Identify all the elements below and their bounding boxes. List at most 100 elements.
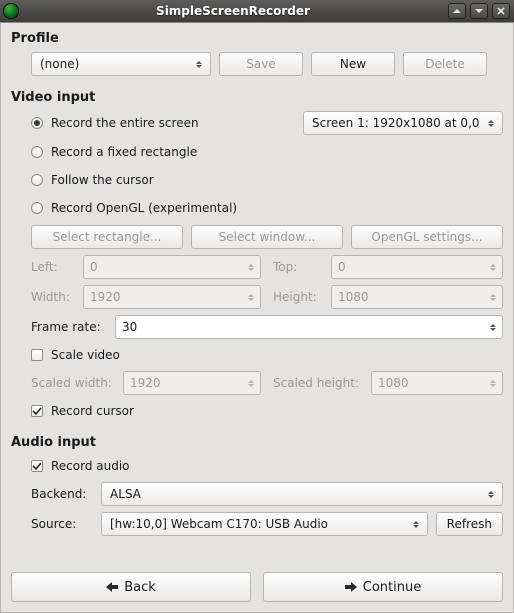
record-cursor-check[interactable]: Record cursor (31, 401, 134, 421)
refresh-button[interactable]: Refresh (436, 512, 503, 536)
select-rectangle-button: Select rectangle... (31, 225, 183, 249)
source-label: Source: (31, 517, 93, 531)
framerate-label: Frame rate: (31, 320, 107, 334)
scaled-height-spin: 1080 (371, 371, 503, 395)
continue-button[interactable]: Continue (263, 572, 503, 602)
scaled-wh: Scaled width: 1920 Scaled height: 1080 (31, 371, 503, 395)
record-cursor-row: Record cursor (31, 401, 503, 421)
window-titlebar: SimpleScreenRecorder (0, 0, 514, 22)
scale-video-row: Scale video (31, 345, 503, 365)
backend-label: Backend: (31, 487, 93, 501)
height-label: Height: (273, 290, 325, 304)
updown-icon (484, 120, 498, 127)
scale-video-check[interactable]: Scale video (31, 345, 120, 365)
radio-label: Record the entire screen (51, 116, 199, 130)
region-wh: Width: 1920 Height: 1080 (31, 285, 503, 309)
scaled-width-value: 1920 (130, 376, 244, 390)
radio-dot-icon (31, 202, 43, 214)
radio-follow-cursor[interactable]: Follow the cursor (31, 169, 154, 191)
source-combo[interactable]: [hw:10,0] Webcam C170: USB Audio (101, 512, 428, 536)
updown-icon (484, 491, 498, 498)
arrow-right-icon (345, 582, 357, 592)
select-window-button: Select window... (191, 225, 343, 249)
checkbox-icon (31, 349, 43, 361)
radio-label: Record OpenGL (experimental) (51, 201, 237, 215)
scaled-height-value: 1080 (378, 376, 486, 390)
framerate-spin[interactable]: 30 (115, 315, 503, 339)
close-button[interactable] (492, 3, 510, 19)
backend-row: Backend: ALSA (31, 482, 503, 506)
updown-icon (192, 61, 206, 68)
backend-combo[interactable]: ALSA (101, 482, 503, 506)
radio-dot-icon (31, 174, 43, 186)
height-value: 1080 (338, 290, 486, 304)
width-spin: 1920 (83, 285, 261, 309)
region-buttons: Select rectangle... Select window... Ope… (31, 225, 503, 249)
video-mode-row-3: Follow the cursor (31, 169, 503, 191)
page-content: Profile (none) Save New Delete Video inp… (0, 22, 514, 613)
width-label: Width: (31, 290, 77, 304)
footer-nav: Back Continue (11, 572, 503, 602)
maximize-button[interactable] (470, 3, 488, 19)
save-button: Save (219, 52, 303, 76)
back-button[interactable]: Back (11, 572, 251, 602)
updown-icon (486, 380, 500, 387)
opengl-settings-button: OpenGL settings... (351, 225, 503, 249)
video-mode-row-2: Record a fixed rectangle (31, 141, 503, 163)
updown-icon (244, 294, 258, 301)
record-audio-check[interactable]: Record audio (31, 456, 130, 476)
screen-combo[interactable]: Screen 1: 1920x1080 at 0,0 (303, 111, 503, 135)
delete-button: Delete (403, 52, 487, 76)
radio-label: Follow the cursor (51, 173, 154, 187)
check-label: Record cursor (51, 404, 134, 418)
width-value: 1920 (90, 290, 244, 304)
top-label: Top: (273, 260, 325, 274)
video-mode-row-4: Record OpenGL (experimental) (31, 197, 503, 219)
scaled-height-label: Scaled height: (273, 376, 365, 390)
check-label: Record audio (51, 459, 130, 473)
audio-heading: Audio input (11, 435, 503, 450)
top-value: 0 (338, 260, 486, 274)
back-label: Back (124, 580, 156, 595)
scaled-width-spin: 1920 (123, 371, 261, 395)
left-value: 0 (90, 260, 244, 274)
video-heading: Video input (11, 90, 503, 105)
left-label: Left: (31, 260, 77, 274)
source-value: [hw:10,0] Webcam C170: USB Audio (110, 517, 409, 531)
profile-combo[interactable]: (none) (31, 52, 211, 76)
checkbox-icon (31, 460, 43, 472)
profile-row: (none) Save New Delete (31, 52, 503, 76)
check-label: Scale video (51, 348, 120, 362)
app-icon (4, 4, 18, 18)
record-audio-row: Record audio (31, 456, 503, 476)
scaled-width-label: Scaled width: (31, 376, 117, 390)
region-lefttop: Left: 0 Top: 0 (31, 255, 503, 279)
radio-record-opengl[interactable]: Record OpenGL (experimental) (31, 197, 237, 219)
screen-value: Screen 1: 1920x1080 at 0,0 (312, 116, 484, 130)
updown-icon (244, 264, 258, 271)
radio-record-rect[interactable]: Record a fixed rectangle (31, 141, 197, 163)
radio-label: Record a fixed rectangle (51, 145, 197, 159)
arrow-left-icon (106, 582, 118, 592)
radio-dot-icon (31, 146, 43, 158)
radio-dot-icon (31, 117, 43, 129)
checkbox-icon (31, 405, 43, 417)
updown-icon (486, 294, 500, 301)
continue-label: Continue (363, 580, 421, 595)
framerate-row: Frame rate: 30 (31, 315, 503, 339)
updown-icon (409, 521, 423, 528)
radio-record-entire[interactable]: Record the entire screen (31, 112, 199, 134)
video-mode-row-1: Record the entire screen Screen 1: 1920x… (31, 111, 503, 135)
profile-value: (none) (40, 57, 192, 71)
top-spin: 0 (331, 255, 503, 279)
profile-heading: Profile (11, 31, 503, 46)
source-row: Source: [hw:10,0] Webcam C170: USB Audio… (31, 512, 503, 536)
minimize-button[interactable] (448, 3, 466, 19)
height-spin: 1080 (331, 285, 503, 309)
framerate-value: 30 (122, 320, 486, 334)
window-title: SimpleScreenRecorder (22, 4, 444, 18)
backend-value: ALSA (110, 487, 484, 501)
updown-icon (486, 324, 500, 331)
left-spin: 0 (83, 255, 261, 279)
new-button[interactable]: New (311, 52, 395, 76)
